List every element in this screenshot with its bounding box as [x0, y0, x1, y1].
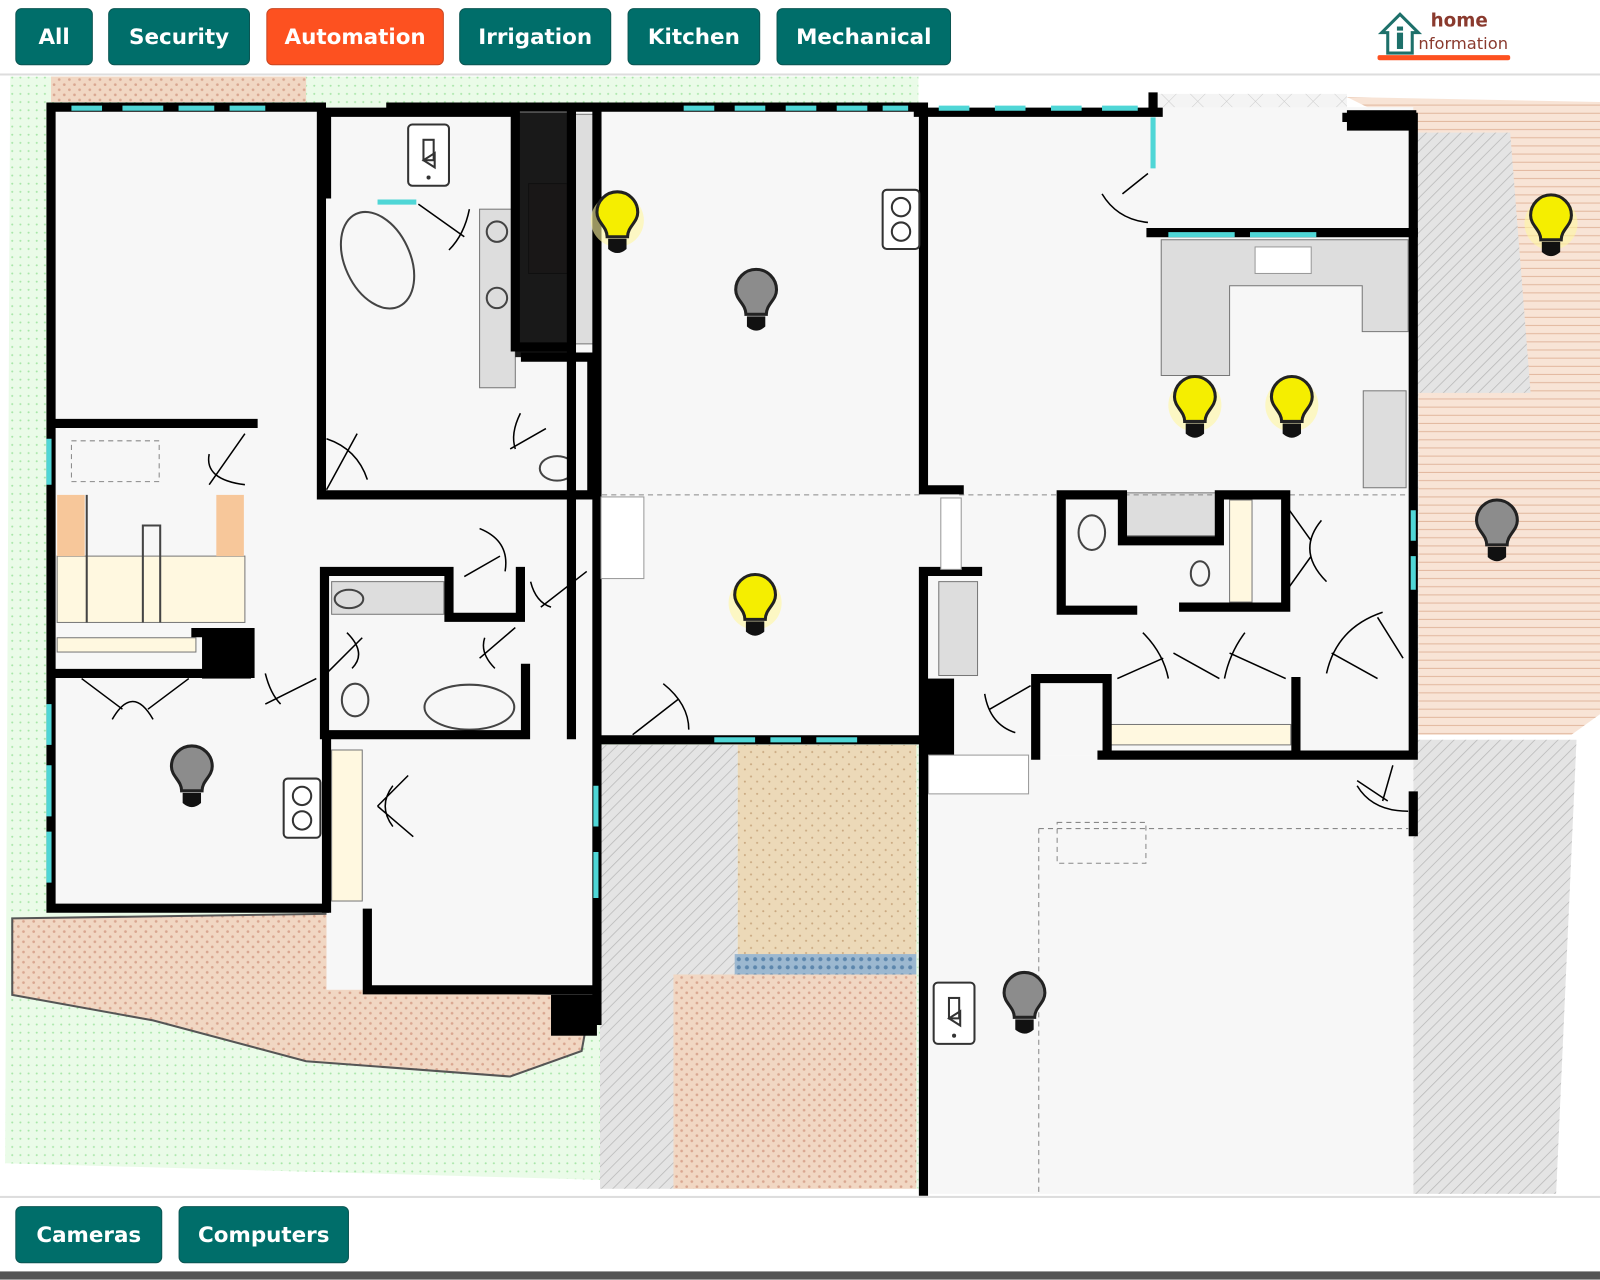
side-yard-right	[1413, 739, 1577, 1194]
filter-irrigation-button[interactable]: Irrigation	[459, 8, 612, 66]
home-information-logo[interactable]: home nformation	[1377, 8, 1513, 61]
bottom-toolbar: Cameras Computers	[0, 1195, 1600, 1274]
floor-plan	[0, 75, 1600, 1196]
house-icon	[1377, 12, 1423, 55]
filter-kitchen-button[interactable]: Kitchen	[627, 8, 761, 66]
courtyard-patio	[673, 974, 917, 1189]
patio-area-top	[51, 76, 307, 103]
filter-mechanical-button[interactable]: Mechanical	[776, 8, 952, 66]
logo-text-home: home	[1430, 10, 1488, 32]
cameras-button[interactable]: Cameras	[15, 1206, 163, 1264]
computers-button[interactable]: Computers	[178, 1206, 349, 1264]
power-outlet-icon[interactable]	[881, 188, 921, 250]
light-switch-icon[interactable]	[932, 981, 976, 1045]
filter-automation-button[interactable]: Automation	[266, 8, 444, 66]
logo-text-information: nformation	[1418, 33, 1509, 54]
filter-security-button[interactable]: Security	[108, 8, 250, 66]
filter-all-button[interactable]: All	[15, 8, 93, 66]
light-switch-icon[interactable]	[407, 123, 450, 187]
water-feature	[734, 954, 917, 975]
top-toolbar: All Security Automation Irrigation Kitch…	[0, 0, 1600, 76]
courtyard-sand	[737, 744, 917, 960]
window-bottom-edge	[0, 1271, 1600, 1280]
logo-underline	[1377, 55, 1511, 61]
power-outlet-icon[interactable]	[282, 777, 322, 839]
